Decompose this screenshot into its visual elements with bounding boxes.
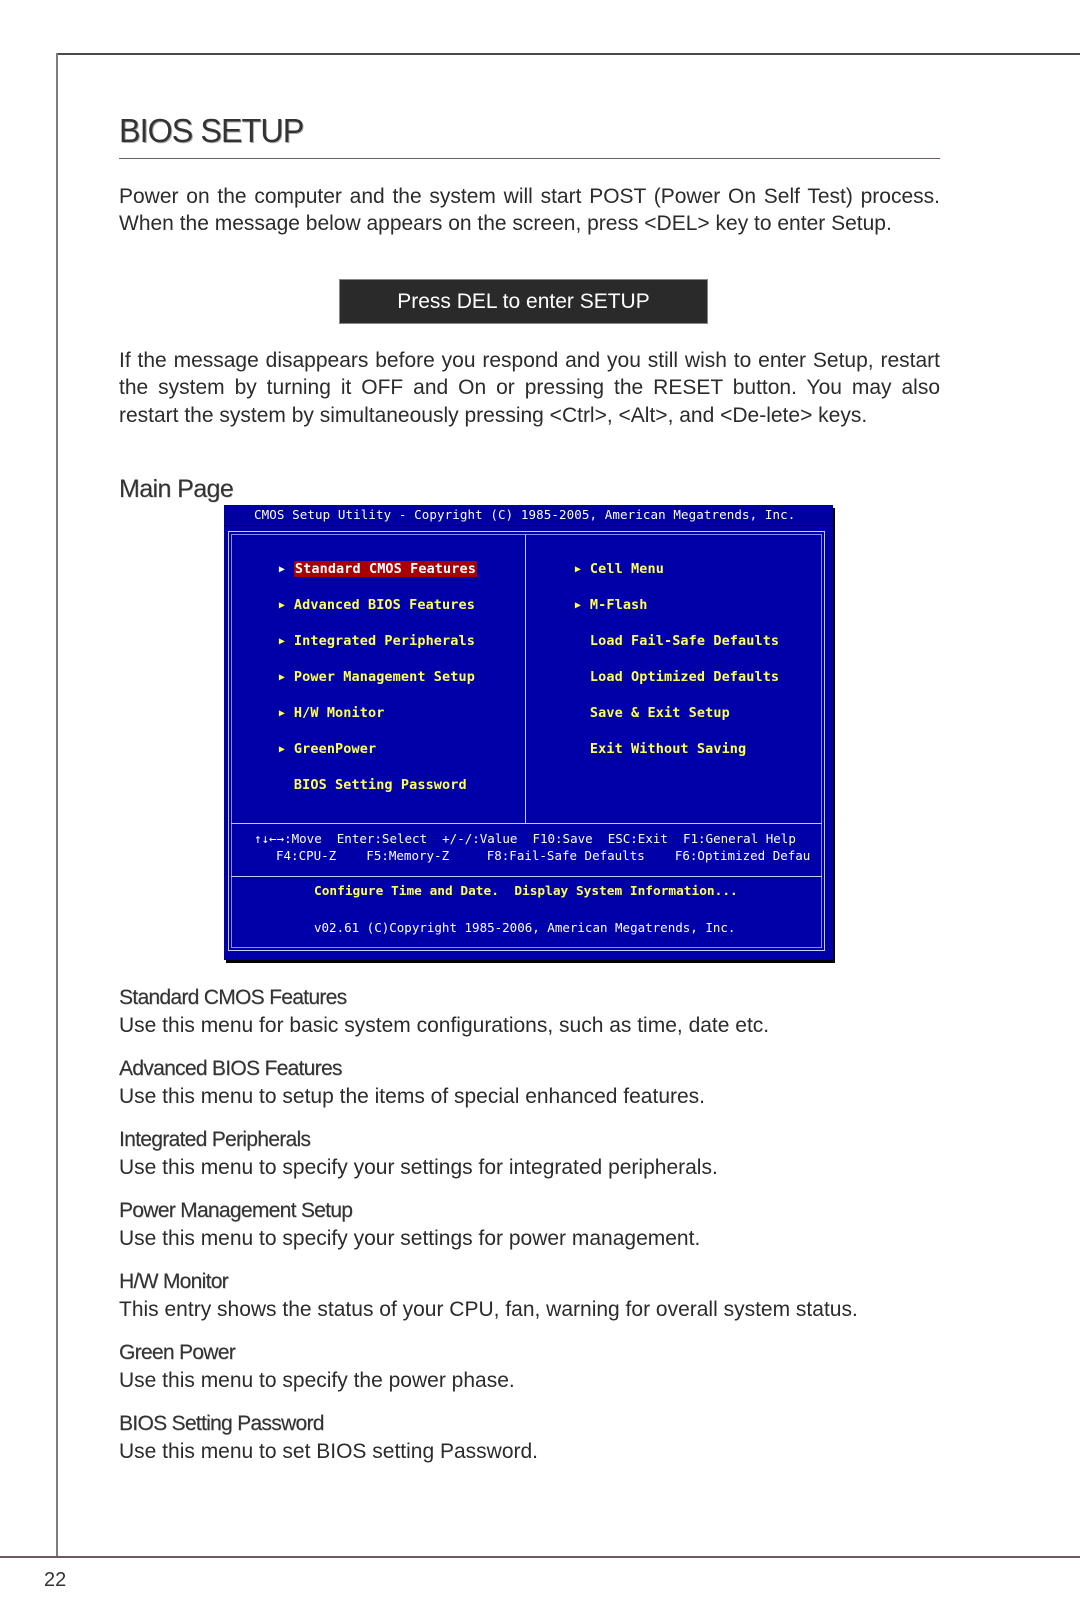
bios-version-line: v02.61 (C)Copyright 1985-2006, American … (314, 920, 736, 935)
description-text: Use this menu to specify your settings f… (119, 1227, 701, 1250)
bios-title-bar: CMOS Setup Utility - Copyright (C) 1985-… (224, 505, 833, 526)
bios-menu-item-load-fail-safe-defaults[interactable]: Load Fail-Safe Defaults (542, 614, 779, 649)
bios-menu-item-integrated-peripherals[interactable]: ▶ Integrated Peripherals (246, 614, 475, 649)
bios-menu-item-save-and-exit-setup[interactable]: Save & Exit Setup (542, 686, 730, 721)
bios-key-help-line-1: ↑↓←→:Move Enter:Select +/-/:Value F10:Sa… (254, 831, 796, 846)
bios-menu-item-standard-cmos-features[interactable]: ▶ Standard CMOS Features (246, 542, 477, 577)
submenu-arrow-icon: ▶ (278, 708, 286, 719)
bios-menu-item-m-flash[interactable]: ▶ M-Flash (542, 578, 648, 613)
bios-item-description: Configure Time and Date. Display System … (314, 884, 738, 899)
description-hw-monitor: H/W Monitor This entry shows the status … (119, 1270, 949, 1324)
del-message-text: Press DEL to enter SETUP (397, 290, 650, 313)
description-standard-cmos-features: Standard CMOS Features Use this menu for… (119, 986, 949, 1040)
description-heading: H/W Monitor (119, 1270, 229, 1293)
intro-paragraph-2: If the message disappears before you res… (119, 349, 940, 427)
description-text: This entry shows the status of your CPU,… (119, 1298, 858, 1321)
bios-menu-item-exit-without-saving[interactable]: Exit Without Saving (542, 722, 746, 757)
bios-main-screen: CMOS Setup Utility - Copyright (C) 1985-… (224, 505, 833, 960)
submenu-arrow-icon: ▶ (574, 564, 582, 575)
bios-menu-item-load-optimized-defaults[interactable]: Load Optimized Defaults (542, 650, 779, 685)
page-frame-bottom-rule (0, 1556, 1080, 1558)
submenu-arrow-icon: ▶ (278, 564, 286, 575)
description-heading: Green Power (119, 1341, 236, 1364)
bios-menu-item-power-management-setup[interactable]: ▶ Power Management Setup (246, 650, 475, 685)
bios-menu-item-greenpower[interactable]: ▶ GreenPower (246, 722, 376, 757)
bios-description-divider (231, 876, 822, 877)
submenu-arrow-icon: ▶ (574, 600, 582, 611)
description-bios-setting-password: BIOS Setting Password Use this menu to s… (119, 1412, 949, 1466)
submenu-arrow-icon: ▶ (278, 672, 286, 683)
description-heading: Advanced BIOS Features (119, 1057, 342, 1080)
description-green-power: Green Power Use this menu to specify the… (119, 1341, 949, 1395)
bios-key-help-line-2: F4:CPU-Z F5:Memory-Z F8:Fail-Safe Defaul… (276, 848, 811, 863)
bios-menu-item-advanced-bios-features[interactable]: ▶ Advanced BIOS Features (246, 578, 475, 613)
main-page-heading: Main Page (119, 475, 234, 503)
page-frame-left-rule (56, 53, 58, 1556)
description-advanced-bios-features: Advanced BIOS Features Use this menu to … (119, 1057, 949, 1111)
description-heading: Standard CMOS Features (119, 986, 347, 1009)
submenu-arrow-icon: ▶ (278, 744, 286, 755)
description-integrated-peripherals: Integrated Peripherals Use this menu to … (119, 1128, 949, 1182)
description-heading: Integrated Peripherals (119, 1128, 311, 1151)
description-heading: Power Management Setup (119, 1199, 353, 1222)
bios-menu-item-cell-menu[interactable]: ▶ Cell Menu (542, 542, 664, 577)
intro-paragraph-1: Power on the computer and the system wil… (119, 185, 940, 236)
page-number: 22 (44, 1569, 67, 1591)
description-text: Use this menu to specify your settings f… (119, 1156, 718, 1179)
submenu-arrow-icon: ▶ (278, 636, 286, 647)
description-text: Use this menu for basic system configura… (119, 1014, 770, 1037)
bios-help-divider (231, 823, 822, 824)
bios-column-divider (525, 535, 526, 824)
description-text: Use this menu to set BIOS setting Passwo… (119, 1440, 539, 1463)
del-message-box: Press DEL to enter SETUP (339, 279, 708, 324)
bios-menu-item-bios-setting-password[interactable]: BIOS Setting Password (246, 758, 467, 793)
description-power-management-setup: Power Management Setup Use this menu to … (119, 1199, 949, 1253)
submenu-arrow-icon: ▶ (278, 600, 286, 611)
description-text: Use this menu to setup the items of spec… (119, 1085, 706, 1108)
bios-menu-item-hw-monitor[interactable]: ▶ H/W Monitor (246, 686, 384, 721)
description-heading: BIOS Setting Password (119, 1412, 324, 1435)
bios-title-text: CMOS Setup Utility - Copyright (C) 1985-… (254, 507, 796, 522)
page-frame-top-rule (56, 53, 1080, 55)
description-text: Use this menu to specify the power phase… (119, 1369, 515, 1392)
title-divider (119, 158, 940, 159)
page-title: BIOS SETUP (119, 112, 304, 149)
